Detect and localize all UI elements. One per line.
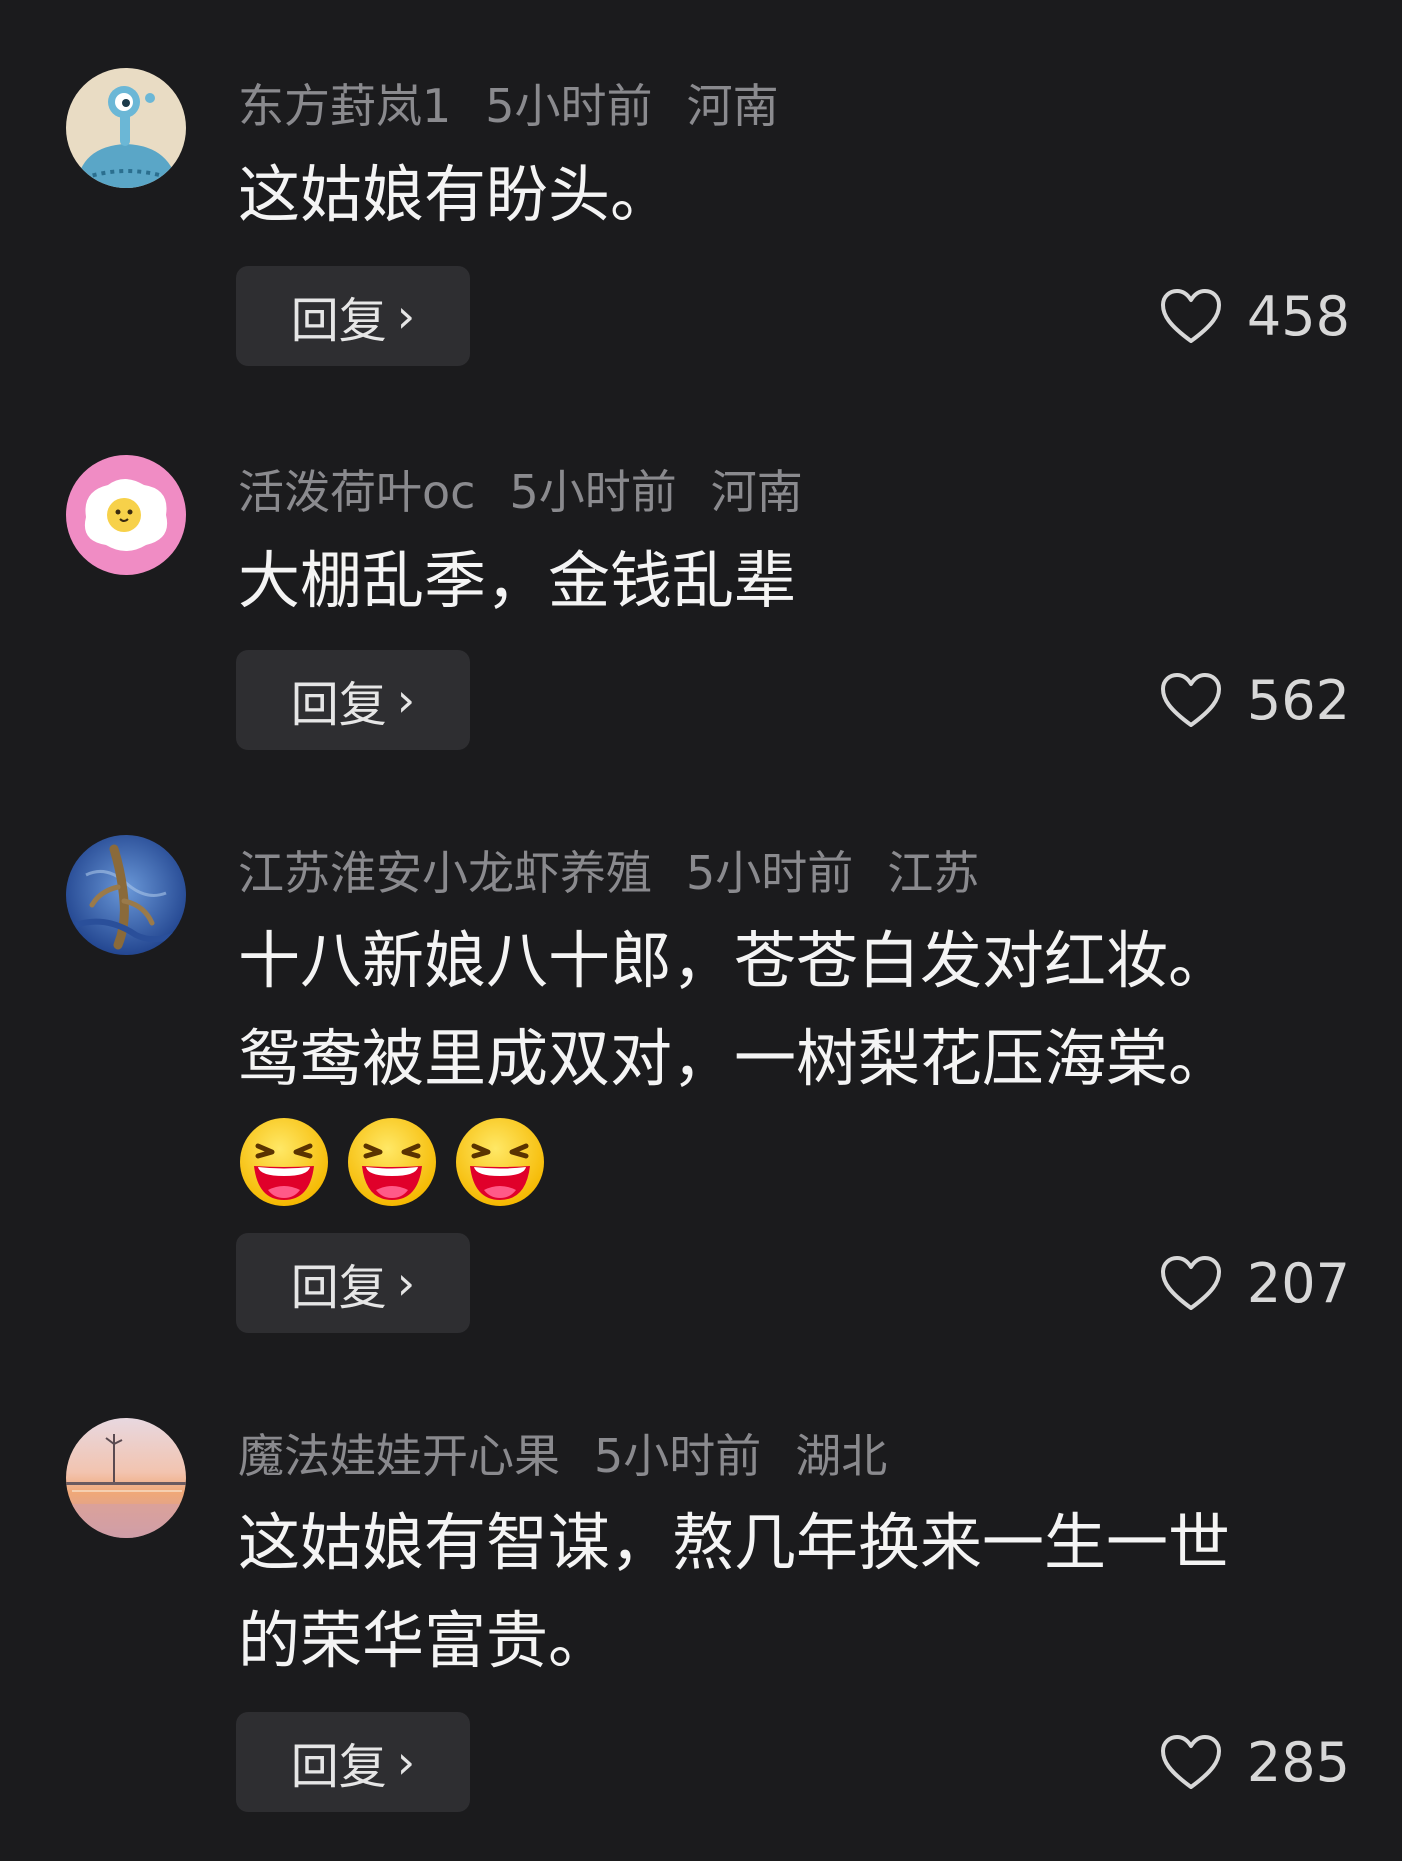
comment-text-line: 的荣华富贵。: [238, 1604, 611, 1677]
username[interactable]: 东方葑岚1: [238, 79, 451, 133]
comment-time: 5小时前: [686, 846, 854, 900]
heart-icon: [1160, 1256, 1221, 1310]
reply-button[interactable]: 回复 ›: [236, 266, 470, 366]
comment-location: 河南: [686, 79, 779, 133]
like-button[interactable]: 285: [1159, 1712, 1350, 1812]
comment-text: 大棚乱季，金钱乱辈: [238, 532, 1348, 630]
like-button[interactable]: 458: [1159, 266, 1350, 366]
laughing-emoji-icon: [456, 1118, 544, 1206]
username[interactable]: 魔法娃娃开心果: [238, 1429, 560, 1483]
like-count: 207: [1246, 1251, 1350, 1315]
like-button[interactable]: 207: [1159, 1233, 1350, 1333]
emoji-row: [238, 1114, 1348, 1210]
comment-time: 5小时前: [509, 465, 677, 519]
reply-label: 回复: [290, 1739, 387, 1795]
comment-meta: 活泼荷叶oc 5小时前 河南: [238, 464, 837, 520]
comment-text: 这姑娘有智谋，熬几年换来一生一世 的荣华富贵。: [238, 1494, 1348, 1690]
user-avatar[interactable]: [66, 68, 186, 188]
user-avatar[interactable]: [66, 835, 186, 955]
comment-meta: 东方葑岚1 5小时前 河南: [238, 78, 813, 134]
crayfish-photo-avatar-icon: [66, 835, 186, 955]
reply-button[interactable]: 回复 ›: [236, 650, 470, 750]
reply-label: 回复: [290, 1260, 387, 1316]
comment-meta: 江苏淮安小龙虾养殖 5小时前 江苏: [238, 845, 1013, 901]
comment-time: 5小时前: [594, 1429, 762, 1483]
like-count: 458: [1246, 284, 1350, 348]
comment-location: 河南: [710, 465, 803, 519]
heart-icon: [1160, 289, 1221, 343]
sunset-photo-avatar-icon: [66, 1418, 186, 1538]
laughing-emoji-icon: [240, 1118, 328, 1206]
heart-icon: [1160, 1735, 1221, 1789]
user-avatar[interactable]: [66, 455, 186, 575]
chevron-right-icon: ›: [396, 1735, 416, 1789]
comment-text-line: 鸳鸯被里成双对，一树梨花压海棠。: [238, 1022, 1231, 1095]
chevron-right-icon: ›: [396, 673, 416, 727]
chevron-right-icon: ›: [396, 289, 416, 343]
reply-label: 回复: [290, 293, 387, 349]
comment-text-line: 这姑娘有智谋，熬几年换来一生一世: [238, 1506, 1231, 1579]
user-avatar[interactable]: [66, 1418, 186, 1538]
reply-button[interactable]: 回复 ›: [236, 1712, 470, 1812]
comment-text: 这姑娘有盼头。: [238, 146, 1348, 244]
reply-button[interactable]: 回复 ›: [236, 1233, 470, 1333]
like-count: 285: [1246, 1730, 1350, 1794]
comment-text-line: 十八新娘八十郎，苍苍白发对红妆。: [238, 924, 1231, 997]
fried-egg-avatar-icon: [66, 455, 186, 575]
comment-text-line: 大棚乱季，金钱乱辈: [238, 544, 797, 617]
comment-text-line: 这姑娘有盼头。: [238, 158, 673, 231]
username[interactable]: 江苏淮安小龙虾养殖: [238, 846, 652, 900]
reply-label: 回复: [290, 677, 387, 733]
username[interactable]: 活泼荷叶oc: [238, 465, 475, 519]
comment-text: 十八新娘八十郎，苍苍白发对红妆。 鸳鸯被里成双对，一树梨花压海棠。: [238, 912, 1348, 1210]
chevron-right-icon: ›: [396, 1256, 416, 1310]
heart-icon: [1160, 673, 1221, 727]
comment-location: 湖北: [795, 1429, 888, 1483]
alien-cartoon-avatar-icon: [66, 68, 186, 188]
comment-meta: 魔法娃娃开心果 5小时前 湖北: [238, 1428, 921, 1484]
comment-time: 5小时前: [485, 79, 653, 133]
comment-location: 江苏: [887, 846, 980, 900]
like-count: 562: [1246, 668, 1350, 732]
laughing-emoji-icon: [348, 1118, 436, 1206]
like-button[interactable]: 562: [1159, 650, 1350, 750]
